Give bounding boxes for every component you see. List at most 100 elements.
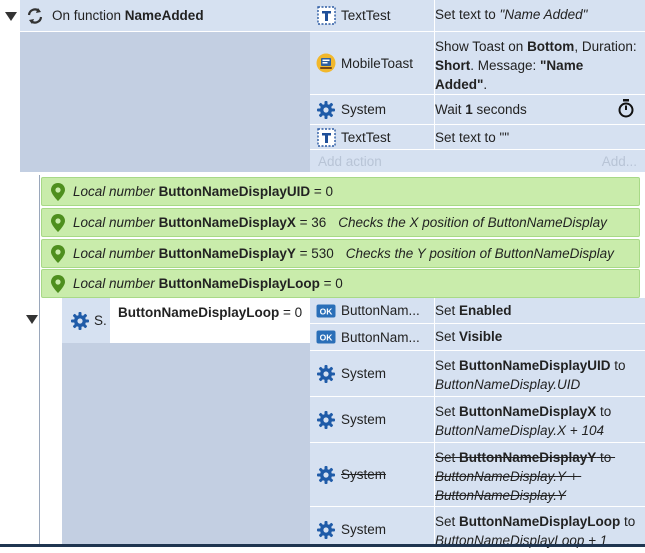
action-text-part: to xyxy=(610,358,630,373)
action-description[interactable]: Set text to "" xyxy=(428,125,645,149)
local-variable-value: = 0 xyxy=(319,276,343,291)
action-row[interactable]: TextTest Set text to "" xyxy=(310,125,645,150)
action-object[interactable]: OK ButtonNam... xyxy=(310,298,435,323)
text-object-icon xyxy=(316,127,336,147)
action-object-name: System xyxy=(341,467,387,482)
action-row[interactable]: MobileToast Show Toast on Bottom, Duratio… xyxy=(310,32,645,95)
action-text-part: "Name Added" xyxy=(499,7,588,22)
local-variable-name: ButtonNameDisplayX xyxy=(158,215,296,230)
action-text-part: , Duration: xyxy=(574,39,641,54)
action-text-part: Set xyxy=(435,450,460,465)
local-variable-kind: Local number xyxy=(73,215,159,230)
action-object-name: System xyxy=(341,102,387,117)
action-object[interactable]: System xyxy=(310,443,435,506)
action-text-part: Bottom xyxy=(527,39,575,54)
add-action-link[interactable]: Add action xyxy=(318,154,382,169)
collapse-toggle-subevent[interactable] xyxy=(26,315,38,324)
action-row[interactable]: TextTest Set text to "Name Added" xyxy=(310,0,645,32)
mobile-toast-icon xyxy=(316,53,336,73)
action-description[interactable]: Set text to "Name Added" xyxy=(428,0,645,31)
add-action-row[interactable]: Add action Add... xyxy=(310,150,645,172)
action-text-part: . Message: xyxy=(470,58,541,73)
action-object-name: System xyxy=(341,366,387,381)
action-text-part: ButtonNameDisplay.X + 104 xyxy=(435,423,604,438)
local-variable-kind: Local number xyxy=(73,276,159,291)
action-text-part: 1 xyxy=(465,102,473,117)
local-variable-row[interactable]: Local number ButtonNameDisplayUID = 0 xyxy=(41,177,640,206)
tree-indent-line xyxy=(39,175,40,547)
action-row[interactable]: OK ButtonNam... Set Enabled xyxy=(310,298,645,324)
action-text-part: to xyxy=(620,514,640,529)
action-row[interactable]: System Set ButtonNameDisplayUID to Button… xyxy=(310,351,645,397)
subevent-object-label: S. xyxy=(94,313,107,328)
action-object-name: MobileToast xyxy=(341,55,414,71)
loop-arrows-icon xyxy=(24,6,46,26)
subevent-condition-text[interactable]: ButtonNameDisplayLoop = 0 xyxy=(111,298,310,343)
action-text-part: ButtonNameDisplayX xyxy=(459,404,597,419)
action-object-name: System xyxy=(341,522,387,537)
location-pin-icon xyxy=(51,182,65,201)
action-text-part: Set text to xyxy=(435,7,500,22)
action-text-part: ButtonNameDisplayY xyxy=(459,450,597,465)
action-object-name: TextTest xyxy=(341,129,391,145)
action-object[interactable]: MobileToast xyxy=(310,32,435,94)
local-variable-comment: Checks the X position of ButtonNameDispl… xyxy=(338,215,607,230)
local-variable-comment: Checks the Y position of ButtonNameDispl… xyxy=(345,246,614,261)
action-text-part: Set xyxy=(435,404,460,419)
button-object-icon: OK xyxy=(316,327,336,347)
action-text-part: Set xyxy=(435,514,460,529)
action-text-part: to xyxy=(596,404,616,419)
collapse-toggle-event1[interactable] xyxy=(5,12,17,21)
subevent-condition-object[interactable]: S. xyxy=(62,298,111,343)
local-variable-row[interactable]: Local number ButtonNameDisplayLoop = 0 xyxy=(41,269,640,298)
action-object[interactable]: TextTest xyxy=(310,125,435,149)
action-description[interactable]: Set ButtonNameDisplayUID to ButtonNameDi… xyxy=(428,351,645,396)
action-text-part: Set xyxy=(435,329,460,344)
text-object-icon xyxy=(316,6,336,26)
event1-condition-row[interactable]: On function NameAdded xyxy=(20,0,310,32)
action-row[interactable]: System Wait 1 seconds xyxy=(310,95,645,125)
action-description[interactable]: Wait 1 seconds xyxy=(428,95,645,124)
stopwatch-icon xyxy=(617,99,635,121)
local-variable-kind: Local number xyxy=(73,246,159,261)
location-pin-icon xyxy=(51,213,65,232)
action-description[interactable]: Show Toast on Bottom, Duration: Short. M… xyxy=(428,32,645,94)
action-object[interactable]: TextTest xyxy=(310,0,435,31)
action-description[interactable]: Set ButtonNameDisplayY to ButtonNameDisp… xyxy=(428,443,645,506)
local-variable-value: = 0 xyxy=(310,184,333,199)
action-object[interactable]: System xyxy=(310,95,435,124)
action-text-part: ButtonNameDisplay.Y + ButtonNameDisplay.… xyxy=(435,469,582,503)
action-object[interactable]: System xyxy=(310,397,435,442)
action-row[interactable]: System Set ButtonNameDisplayY to ButtonNa… xyxy=(310,443,645,507)
local-variable-row[interactable]: Local number ButtonNameDisplayX = 36 Chec… xyxy=(41,208,640,237)
action-description[interactable]: Set Enabled xyxy=(428,298,645,323)
location-pin-icon xyxy=(51,274,65,293)
local-variable-name: ButtonNameDisplayLoop xyxy=(158,276,320,291)
action-row[interactable]: System Set ButtonNameDisplayX to ButtonNa… xyxy=(310,397,645,443)
action-text-part: ButtonNameDisplayUID xyxy=(459,358,611,373)
action-text-part: Set xyxy=(435,358,460,373)
local-variable-value: = 36 xyxy=(295,215,327,230)
action-row[interactable]: OK ButtonNam... Set Visible xyxy=(310,324,645,351)
action-description[interactable]: Set ButtonNameDisplayX to ButtonNameDisp… xyxy=(428,397,645,442)
action-object[interactable]: System xyxy=(310,351,435,396)
action-text-part: Set xyxy=(435,303,460,318)
function-header-prefix: On function xyxy=(52,8,125,23)
location-pin-icon xyxy=(51,244,65,263)
action-object-name: ButtonNam... xyxy=(341,303,420,318)
add-more-link[interactable]: Add... xyxy=(602,154,637,169)
action-text-part: Visible xyxy=(459,329,503,344)
action-text-part: to xyxy=(596,450,616,465)
svg-text:OK: OK xyxy=(320,306,334,316)
local-variable-row[interactable]: Local number ButtonNameDisplayY = 530 Che… xyxy=(41,239,640,268)
system-gear-icon xyxy=(316,410,336,430)
action-text-part: . xyxy=(483,77,488,92)
system-gear-icon xyxy=(316,364,336,384)
local-variable-kind: Local number xyxy=(73,184,159,199)
action-text-part: ButtonNameDisplayLoop xyxy=(459,514,621,529)
system-gear-icon xyxy=(316,100,336,120)
svg-text:OK: OK xyxy=(320,333,334,343)
action-object[interactable]: OK ButtonNam... xyxy=(310,324,435,350)
system-gear-icon xyxy=(316,520,336,540)
action-description[interactable]: Set Visible xyxy=(428,324,645,350)
